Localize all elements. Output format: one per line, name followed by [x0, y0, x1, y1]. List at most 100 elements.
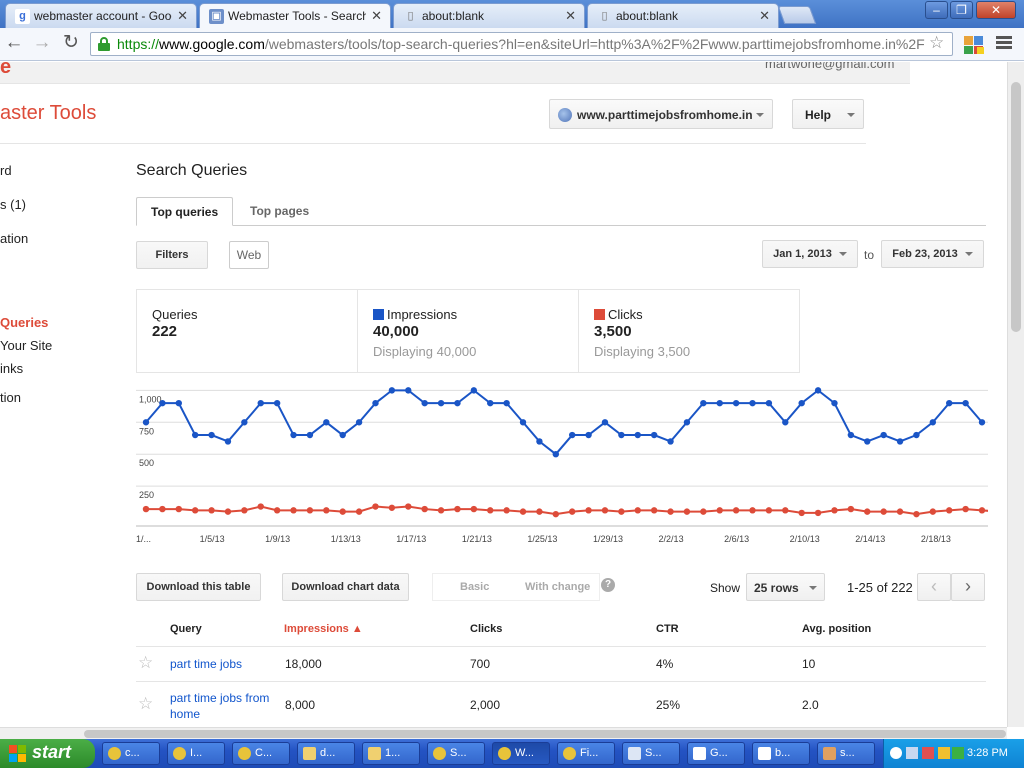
start-button[interactable]: start	[0, 739, 95, 768]
web-filter-chip[interactable]: Web	[229, 241, 269, 269]
sidebar-item-dashboard[interactable]: rd	[0, 163, 12, 178]
taskbar-task[interactable]: G...	[687, 742, 745, 765]
impressions-data-point	[585, 431, 592, 439]
taskbar-task[interactable]: C...	[232, 742, 290, 765]
scrollbar-thumb[interactable]	[84, 730, 1006, 738]
download-chart-data-button[interactable]: Download chart data	[282, 573, 409, 601]
x-tick-label: 2/6/13	[724, 534, 749, 544]
download-table-button[interactable]: Download this table	[136, 573, 261, 601]
minimize-window-icon[interactable]: –	[925, 1, 948, 19]
taskbar-task-label: S...	[450, 747, 467, 759]
with-change-view-button[interactable]: With change	[525, 581, 590, 593]
clicks-data-point	[913, 510, 920, 518]
account-email[interactable]: martwone@gmail.com	[765, 62, 895, 71]
clicks-data-point	[470, 505, 478, 513]
horizontal-scrollbar[interactable]	[0, 727, 1007, 739]
scrollbar-thumb[interactable]	[1011, 82, 1021, 332]
taskbar-task[interactable]: I...	[167, 742, 225, 765]
close-tab-icon[interactable]: ✕	[177, 8, 188, 24]
browser-tab[interactable]: ▯ about:blank ✕	[587, 3, 779, 28]
tray-arrow-icon[interactable]	[890, 747, 902, 759]
impressions-data-point	[552, 450, 560, 458]
clicks-data-point	[273, 507, 281, 514]
close-window-icon[interactable]: ✕	[976, 1, 1016, 19]
start-date-label: Jan 1, 2013	[773, 248, 832, 260]
taskbar-task[interactable]: d...	[297, 742, 355, 765]
close-tab-icon[interactable]: ✕	[759, 8, 770, 24]
taskbar-task[interactable]: Fi...	[557, 742, 615, 765]
address-bar[interactable]: https://www.google.com/webmasters/tools/…	[90, 32, 953, 56]
impressions-stat-value: 40,000	[373, 323, 419, 340]
url-scheme: https://	[117, 36, 160, 52]
taskbar-task[interactable]: b...	[752, 742, 810, 765]
queries-stat-value: 222	[152, 323, 178, 340]
column-header-ctr[interactable]: CTR	[656, 623, 679, 635]
impressions-data-point	[323, 419, 330, 426]
column-header-impressions[interactable]: Impressions ▲	[284, 623, 363, 635]
clicks-data-point	[667, 508, 674, 515]
filters-button[interactable]: Filters	[136, 241, 208, 269]
star-icon[interactable]: ☆	[138, 694, 153, 714]
end-date-select[interactable]: Feb 23, 2013	[881, 240, 984, 268]
next-page-icon[interactable]: ›	[951, 573, 985, 601]
taskbar-task[interactable]: W...	[492, 742, 550, 765]
start-date-select[interactable]: Jan 1, 2013	[762, 240, 858, 268]
query-link[interactable]: part time jobs from home	[170, 690, 282, 722]
back-arrow-icon[interactable]: ←	[2, 33, 26, 55]
tab-top-pages[interactable]: Top pages	[236, 197, 323, 226]
taskbar-task[interactable]: S...	[427, 742, 485, 765]
impressions-data-point	[978, 419, 986, 426]
help-button[interactable]: Help	[792, 99, 864, 129]
sidebar-item-links-to-your-site[interactable]: Your Site	[0, 338, 52, 353]
close-tab-icon[interactable]: ✕	[371, 8, 382, 24]
browser-tab[interactable]: ▯ about:blank ✕	[393, 3, 585, 28]
product-title[interactable]: aster Tools	[0, 102, 96, 125]
restore-window-icon[interactable]: ❐	[950, 1, 973, 19]
site-selector[interactable]: www.parttimejobsfromhome.in	[549, 99, 773, 129]
reload-icon[interactable]: ↻	[59, 33, 83, 55]
column-header-clicks[interactable]: Clicks	[470, 623, 502, 635]
clicks-data-point	[552, 510, 560, 518]
app-icon	[823, 747, 836, 760]
browser-tab[interactable]: g webmaster account - Google ✕	[5, 3, 197, 28]
taskbar-task[interactable]: S...	[622, 742, 680, 765]
network-icon[interactable]	[906, 747, 918, 759]
security-shield-icon[interactable]	[952, 747, 964, 759]
basic-view-button[interactable]: Basic	[460, 581, 489, 593]
extension-icon[interactable]	[963, 35, 985, 55]
tray-app-icon[interactable]	[938, 747, 950, 759]
impressions-stat[interactable]: Impressions 40,000 Displaying 40,000	[358, 290, 579, 372]
ctr-cell: 4%	[656, 657, 674, 671]
new-tab-button[interactable]	[777, 6, 817, 24]
x-tick-label: 1/25/13	[527, 534, 557, 544]
google-logo-fragment[interactable]: e	[0, 62, 11, 79]
sidebar-item-messages[interactable]: s (1)	[0, 197, 26, 212]
vertical-scrollbar[interactable]	[1007, 62, 1024, 727]
star-icon[interactable]: ☆	[138, 653, 153, 673]
gmail-notifier-icon[interactable]	[922, 747, 934, 759]
windows-taskbar: start c... I... C... d... 1... S... W... Fi... S…	[0, 739, 1024, 768]
tab-top-queries[interactable]: Top queries	[136, 197, 234, 226]
close-tab-icon[interactable]: ✕	[565, 8, 576, 24]
column-header-avg-position[interactable]: Avg. position	[802, 623, 871, 635]
rows-per-page-select[interactable]: 25 rows	[746, 573, 825, 601]
x-tick-label: 2/18/13	[921, 534, 951, 544]
taskbar-clock[interactable]: 3:28 PM	[967, 747, 1008, 759]
prev-page-icon[interactable]: ‹	[917, 573, 951, 601]
ctr-cell: 25%	[656, 698, 681, 712]
taskbar-task[interactable]: s...	[817, 742, 875, 765]
sidebar-item-optimization[interactable]: tion	[0, 390, 21, 405]
column-header-query[interactable]: Query	[170, 623, 202, 635]
browser-tab-active[interactable]: ▣ Webmaster Tools - Search Q ✕	[199, 3, 391, 29]
bookmark-star-icon[interactable]: ☆	[929, 33, 944, 53]
sidebar-item-internal-links[interactable]: inks	[0, 361, 23, 376]
taskbar-task[interactable]: c...	[102, 742, 160, 765]
help-question-icon[interactable]: ?	[601, 578, 615, 592]
wrench-menu-icon[interactable]	[996, 36, 1012, 52]
query-link[interactable]: part time jobs	[170, 656, 282, 672]
clicks-stat[interactable]: Clicks 3,500 Displaying 3,500	[579, 290, 800, 372]
taskbar-task[interactable]: 1...	[362, 742, 420, 765]
sidebar-item-configuration[interactable]: ation	[0, 231, 28, 246]
forward-arrow-icon[interactable]: →	[30, 33, 54, 55]
sidebar-item-search-queries[interactable]: Queries	[0, 315, 48, 330]
